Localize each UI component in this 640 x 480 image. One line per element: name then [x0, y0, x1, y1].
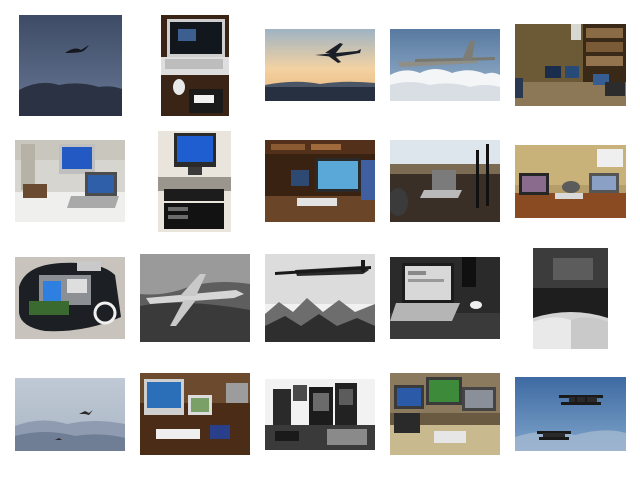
thumbnail-open-book-blurred[interactable]	[533, 248, 608, 349]
thumbnail-desk-with-imac[interactable]	[140, 373, 250, 455]
thumbnail-airplane-at-sunset[interactable]	[265, 29, 375, 101]
thumbnail-laptop-on-desk[interactable]	[161, 15, 229, 116]
thumbnail-open-bag-with-gadgets[interactable]	[15, 257, 125, 339]
thumbnail-vintage-electronics[interactable]	[265, 379, 375, 450]
thumbnail-laptop-monochrome[interactable]	[390, 257, 500, 339]
thumbnail-corner-desk-with-computers[interactable]	[515, 24, 626, 106]
thumbnail-biplanes-in-sky[interactable]	[515, 377, 626, 451]
thumbnail-office-desk-with-laptops[interactable]	[515, 145, 626, 218]
thumbnail-military-plane-above-clouds[interactable]	[390, 29, 500, 101]
thumbnail-laptop-by-window[interactable]	[390, 140, 500, 222]
thumbnail-study-room-workstation[interactable]	[265, 140, 375, 222]
image-grid	[0, 0, 640, 480]
thumbnail-bomber-over-mountains[interactable]	[265, 254, 375, 342]
thumbnail-birds-over-hills[interactable]	[15, 378, 125, 451]
thumbnail-bird-in-sky[interactable]	[19, 15, 122, 116]
thumbnail-desk-with-monitor-and-laptop[interactable]	[15, 140, 125, 222]
thumbnail-office-cubicle[interactable]	[390, 373, 500, 455]
thumbnail-desktop-pc-tower[interactable]	[158, 131, 231, 232]
thumbnail-airliner-over-city[interactable]	[140, 254, 250, 342]
